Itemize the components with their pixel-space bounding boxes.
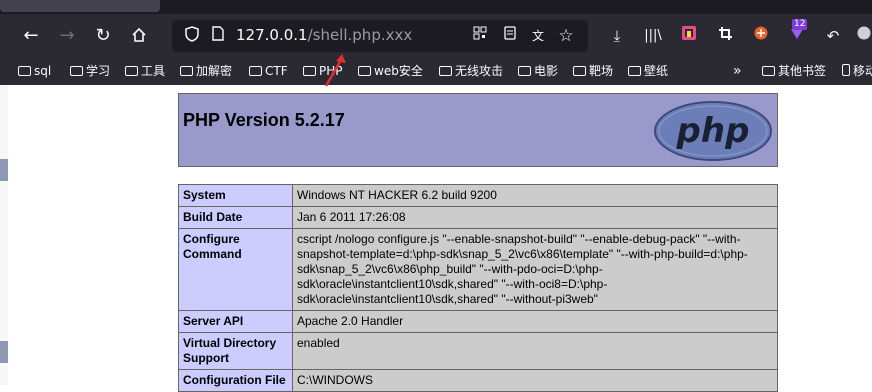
qr-code-icon[interactable] (470, 26, 490, 46)
table-row: Server API Apache 2.0 Handler (178, 310, 778, 333)
folder-icon (180, 66, 193, 76)
edge-marker (0, 159, 8, 181)
folder-icon (518, 66, 531, 76)
extension-icon[interactable] (678, 24, 700, 48)
bookmark-label: 靶场 (589, 64, 614, 78)
url-text[interactable]: 127.0.0.1/shell.php.xxx (236, 26, 412, 44)
address-bar[interactable]: 127.0.0.1/shell.php.xxx 文 ☆ (172, 20, 588, 52)
active-tab[interactable] (0, 0, 160, 12)
overflow-icon[interactable]: » (733, 62, 742, 80)
row-value: Windows NT HACKER 6.2 build 9200 (292, 184, 778, 207)
translate-icon[interactable]: 文 (528, 26, 548, 46)
bookmark-label: 工具 (141, 64, 166, 78)
table-row: Configure Command cscript /nologo configu… (178, 228, 778, 311)
table-row: Build Date Jan 6 2011 17:26:08 (178, 206, 778, 229)
annotation-arrow (324, 54, 346, 87)
extension-icon[interactable] (750, 24, 772, 48)
bookmark-folder[interactable]: 无线攻击 (439, 62, 503, 80)
page-title: PHP Version 5.2.17 (183, 110, 345, 130)
left-edge (0, 85, 8, 385)
bookmark-label: 无线攻击 (455, 64, 504, 78)
folder-icon (439, 66, 452, 76)
bookmark-folder[interactable]: 壁纸 (628, 62, 668, 80)
bookmark-folder[interactable]: 学习 (70, 62, 110, 80)
table-row: Configuration File C:\WINDOWS (178, 369, 778, 392)
mobile-bookmarks[interactable]: 移动 (842, 62, 872, 80)
row-label: Server API (178, 310, 293, 333)
bookmark-label: web安全 (374, 64, 423, 78)
reader-view-icon[interactable] (500, 26, 520, 46)
home-icon[interactable] (124, 22, 154, 50)
row-label: System (178, 184, 293, 207)
row-value: Apache 2.0 Handler (292, 310, 778, 333)
bookmark-folder[interactable]: 靶场 (573, 62, 613, 80)
row-label: Configure Command (178, 228, 293, 311)
row-label: Virtual Directory Support (178, 332, 293, 370)
row-value: Jan 6 2011 17:26:08 (292, 206, 778, 229)
folder-icon (70, 66, 83, 76)
folder-icon (125, 66, 138, 76)
forward-icon[interactable]: → (52, 22, 82, 50)
folder-icon (628, 66, 641, 76)
back-icon[interactable]: ← (16, 22, 46, 50)
download-icon[interactable]: ⤓ (606, 24, 628, 48)
bookmark-label: CTF (265, 64, 288, 78)
undo-icon[interactable]: ↶ (822, 24, 844, 48)
bookmark-label: sql (34, 64, 52, 78)
folder-icon (762, 66, 775, 76)
folder-icon (249, 66, 262, 76)
folder-icon (573, 66, 586, 76)
star-icon[interactable]: ☆ (556, 26, 576, 46)
bookmark-folder[interactable]: 加解密 (180, 62, 232, 80)
library-icon[interactable]: |||\ (642, 24, 664, 48)
bookmark-label: 学习 (86, 64, 111, 78)
bookmark-label: 移动 (853, 64, 872, 78)
url-path: /shell.php.xxx (307, 26, 413, 44)
php-info-table: System Windows NT HACKER 6.2 build 9200 Bu… (178, 184, 778, 392)
bookmark-label: 电影 (534, 64, 559, 78)
folder-icon (18, 66, 31, 76)
shield-icon[interactable] (182, 26, 202, 46)
url-host: 127.0.0.1 (236, 26, 308, 44)
folder-icon (303, 66, 316, 76)
globe-icon[interactable] (856, 24, 872, 48)
bookmark-folder[interactable]: 工具 (125, 62, 165, 80)
crop-icon[interactable] (714, 24, 736, 48)
extension-badge: 12 (792, 19, 808, 30)
row-label: Configuration File (178, 369, 293, 392)
bookmark-folder[interactable]: sql (18, 62, 51, 80)
bookmark-label: 壁纸 (644, 64, 669, 78)
bookmark-label: 加解密 (196, 64, 233, 78)
reload-icon[interactable]: ↻ (88, 22, 118, 50)
row-value: C:\WINDOWS (292, 369, 778, 392)
bookmark-folder-other[interactable]: 其他书签 (762, 62, 826, 80)
edge-marker (0, 341, 8, 363)
bookmark-folder[interactable]: 电影 (518, 62, 558, 80)
bookmark-label: 其他书签 (778, 64, 827, 78)
php-logo: php (654, 101, 772, 161)
php-logo-text: php (676, 111, 750, 151)
row-value: enabled (292, 332, 778, 370)
tab-strip (0, 0, 872, 14)
mobile-icon (842, 64, 850, 76)
bookmark-folder[interactable]: web安全 (358, 62, 423, 80)
row-label: Build Date (178, 206, 293, 229)
bookmarks-toolbar: sql 学习 工具 加解密 CTF PHP web安全 无线攻击 电影 靶场 壁… (0, 58, 872, 84)
row-value: cscript /nologo configure.js "--enable-s… (292, 228, 778, 311)
bookmark-folder[interactable]: CTF (249, 62, 288, 80)
table-row: Virtual Directory Support enabled (178, 332, 778, 370)
table-row: System Windows NT HACKER 6.2 build 9200 (178, 184, 778, 207)
folder-icon (358, 66, 371, 76)
page-icon[interactable] (208, 26, 228, 46)
browser-chrome: ← → ↻ 127.0.0.1/shell.php.xxx 文 ☆ ⤓ |||\… (0, 0, 872, 85)
php-header: PHP Version 5.2.17 php (178, 93, 778, 167)
